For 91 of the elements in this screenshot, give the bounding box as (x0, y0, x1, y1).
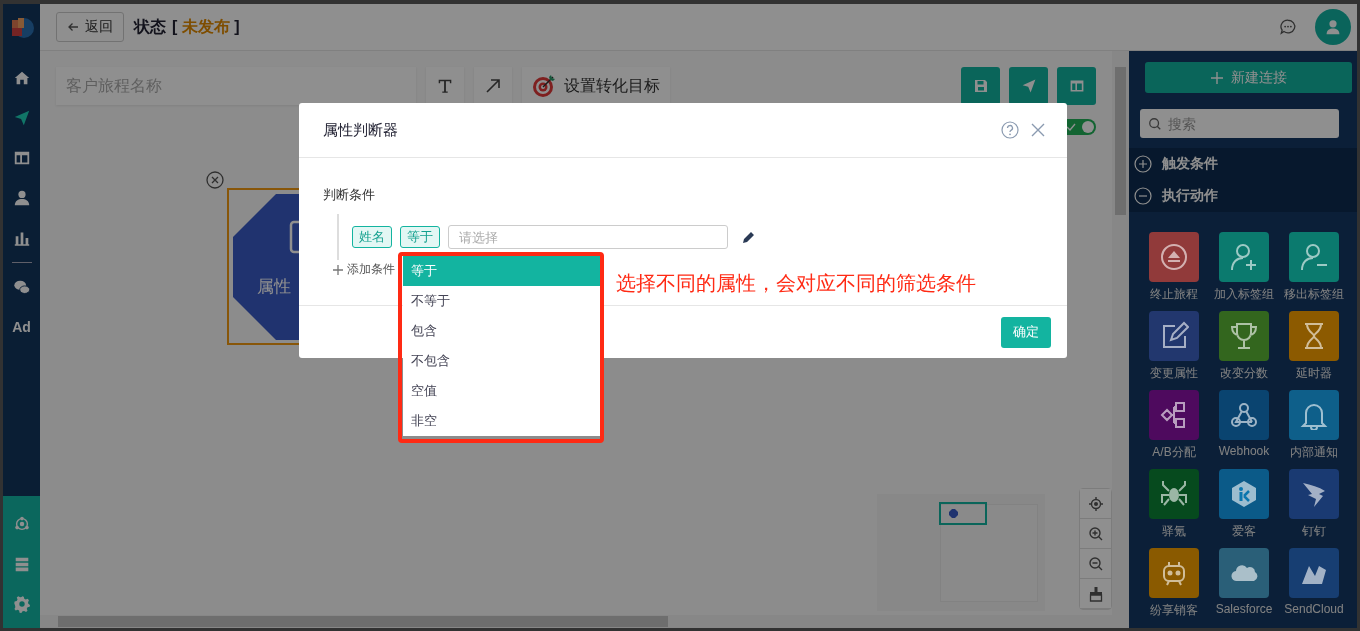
locate-icon (1087, 495, 1104, 512)
action-tile[interactable] (1149, 469, 1199, 519)
hexagon-icon (1229, 479, 1259, 509)
node-marker-icon (949, 509, 958, 518)
chat-icon[interactable] (1279, 18, 1297, 36)
action-tile[interactable] (1219, 232, 1269, 282)
section-header[interactable]: 执行动作 (1129, 180, 1357, 212)
tile-label: 变更属性 (1150, 365, 1198, 382)
edit-button[interactable] (742, 230, 756, 244)
user-plus-icon (1229, 242, 1259, 272)
action-tile[interactable] (1219, 390, 1269, 440)
tile-label: 钉钉 (1302, 523, 1326, 540)
tile-label: A/B分配 (1152, 444, 1196, 461)
action-tile[interactable] (1149, 232, 1199, 282)
action-tile[interactable] (1289, 548, 1339, 598)
publish-button[interactable] (1009, 67, 1048, 105)
tile-label: Webhook (1218, 444, 1270, 458)
action-tile[interactable] (1219, 548, 1269, 598)
add-condition-link[interactable]: 添加条件 (333, 261, 395, 278)
home-icon[interactable] (12, 69, 31, 87)
tile-label: 加入标签组 (1214, 286, 1274, 303)
arrow-tool-button[interactable] (474, 67, 512, 105)
close-circle-icon[interactable] (206, 171, 224, 189)
diagonal-arrow-icon (485, 78, 501, 94)
annotation-text: 选择不同的属性，会对应不同的筛选条件 (616, 271, 976, 296)
tile-label: 内部通知 (1290, 444, 1338, 461)
section-header[interactable]: 触发条件 (1129, 148, 1357, 180)
save-icon (972, 78, 989, 94)
close-button[interactable] (1031, 123, 1045, 137)
zoom-in-icon (1087, 525, 1104, 542)
logo-icon (9, 16, 34, 40)
plus-icon (333, 264, 343, 275)
search-field[interactable]: 搜索 (1140, 109, 1339, 138)
trophy-icon (1229, 321, 1259, 351)
nav-link[interactable]: Ad (3, 307, 40, 347)
settings-icon[interactable] (12, 595, 31, 613)
text-icon (436, 77, 454, 95)
section-label: 判断条件 (323, 186, 376, 204)
save-button[interactable] (961, 67, 1000, 105)
tile-label: 终止旅程 (1150, 286, 1198, 303)
help-button[interactable] (1001, 121, 1019, 139)
tile-label: 延时器 (1296, 365, 1332, 382)
plus-icon (1210, 71, 1223, 84)
pencil-icon (742, 230, 756, 244)
back-button[interactable]: 返回 (56, 12, 124, 42)
tile-label: 移出标签组 (1284, 286, 1344, 303)
target-icon (532, 74, 556, 98)
minimap-viewport[interactable] (939, 502, 987, 525)
action-tile[interactable] (1289, 232, 1339, 282)
tile-label: Salesforce (1215, 602, 1273, 616)
eject-icon (1159, 242, 1189, 272)
action-tile[interactable] (1149, 548, 1199, 598)
action-tile[interactable] (1289, 311, 1339, 361)
zoom-out-icon (1087, 555, 1104, 572)
close-icon (1031, 123, 1045, 137)
avatar[interactable] (1315, 9, 1351, 45)
horizontal-scrollbar[interactable] (40, 615, 1112, 628)
user-icon (1325, 19, 1341, 35)
action-tile[interactable] (1219, 311, 1269, 361)
layout-button[interactable] (1057, 67, 1096, 105)
tile-label: 改变分数 (1220, 365, 1268, 382)
action-tile[interactable] (1219, 469, 1269, 519)
operator-tag[interactable]: 等于 (400, 226, 440, 248)
action-tile[interactable] (1289, 390, 1339, 440)
page-title: 状态 (134, 16, 166, 37)
tile-label: 纷享销客 (1150, 602, 1198, 619)
locate-button[interactable] (1080, 489, 1111, 519)
layout-icon[interactable] (12, 149, 31, 167)
user-minus-icon (1299, 242, 1329, 272)
value-select[interactable]: 请选择 (448, 225, 728, 249)
network-icon[interactable] (12, 515, 31, 533)
tile-label: 爱客 (1232, 523, 1256, 540)
attribute-tag[interactable]: 姓名 (352, 226, 392, 248)
vertical-scrollbar[interactable] (1112, 51, 1129, 628)
help-icon (1001, 121, 1019, 139)
goal-button[interactable]: 设置转化目标 (522, 67, 670, 105)
action-tile[interactable] (1289, 469, 1339, 519)
publish-status: [ 未发布 ] (172, 16, 240, 37)
text-tool-button[interactable] (426, 67, 464, 105)
webhook-icon (1229, 400, 1259, 430)
brush-icon (1087, 585, 1104, 602)
tile-label: SendCloud (1284, 602, 1344, 616)
action-tile[interactable] (1149, 390, 1199, 440)
arrow-left-icon (67, 21, 79, 33)
user-icon[interactable] (12, 189, 31, 207)
action-tile[interactable] (1149, 311, 1199, 361)
node-label: 属性 (257, 276, 291, 298)
tile-label: 驿氪 (1162, 523, 1186, 540)
layout-icon (1068, 78, 1085, 94)
dialog-title: 属性判断器 (323, 120, 398, 140)
chat-bubbles-icon[interactable] (12, 278, 31, 296)
